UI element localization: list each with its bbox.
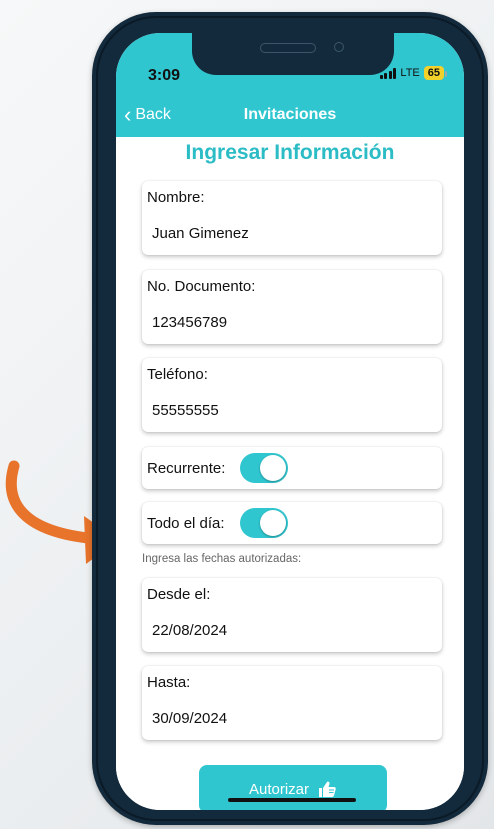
all-day-row: Todo el día:	[142, 502, 442, 544]
home-indicator	[228, 798, 356, 802]
recurring-row: Recurrente:	[142, 447, 442, 489]
status-indicators: LTE 65	[379, 66, 448, 80]
start-date-label: Desde el:	[147, 586, 211, 603]
name-field-value[interactable]: Juan Gimenez	[152, 225, 249, 242]
document-field-label: No. Documento:	[147, 278, 256, 295]
name-field-label: Nombre:	[147, 189, 205, 206]
dates-hint: Ingresa las fechas autorizadas:	[142, 553, 302, 565]
nav-header: 3:09 LTE 65 ‹ Back Invitaciones	[116, 33, 464, 137]
start-date-field[interactable]: Desde el: 22/08/2024	[142, 578, 442, 652]
start-date-value[interactable]: 22/08/2024	[152, 622, 227, 639]
recurring-label: Recurrente:	[147, 460, 226, 477]
name-field[interactable]: Nombre: Juan Gimenez	[142, 181, 442, 255]
phone-frame: 3:09 LTE 65 ‹ Back Invitaciones Ingresar…	[92, 12, 488, 825]
signal-icon	[379, 67, 397, 79]
authorize-label: Autorizar	[248, 780, 310, 798]
speaker	[260, 43, 316, 53]
document-field-value[interactable]: 123456789	[152, 314, 227, 331]
page-title: Ingresar Información	[185, 141, 395, 164]
phone-field-label: Teléfono:	[147, 366, 208, 383]
recurring-toggle[interactable]	[240, 453, 288, 483]
all-day-label: Todo el día:	[147, 515, 225, 532]
end-date-value[interactable]: 30/09/2024	[152, 710, 227, 727]
end-date-field[interactable]: Hasta: 30/09/2024	[142, 666, 442, 740]
phone-field-value[interactable]: 55555555	[152, 402, 219, 419]
all-day-toggle[interactable]	[240, 508, 288, 538]
battery-icon: 65	[423, 66, 448, 80]
app-screen: 3:09 LTE 65 ‹ Back Invitaciones Ingresar…	[116, 33, 464, 810]
toggle-knob	[260, 455, 286, 481]
battery-level: 65	[427, 67, 440, 79]
phone-field[interactable]: Teléfono: 55555555	[142, 358, 442, 432]
notch	[192, 33, 394, 75]
nav-title: Invitaciones	[243, 106, 337, 123]
status-time: 3:09	[148, 67, 181, 84]
thumbs-up-icon	[319, 781, 336, 797]
form-content: Ingresar Información Nombre: Juan Gimene…	[116, 137, 464, 810]
authorize-button[interactable]: Autorizar	[199, 765, 387, 810]
end-date-label: Hasta:	[147, 674, 191, 691]
network-type: LTE	[400, 67, 420, 79]
document-field[interactable]: No. Documento: 123456789	[142, 270, 442, 344]
toggle-knob	[260, 510, 286, 536]
front-camera	[334, 42, 344, 52]
